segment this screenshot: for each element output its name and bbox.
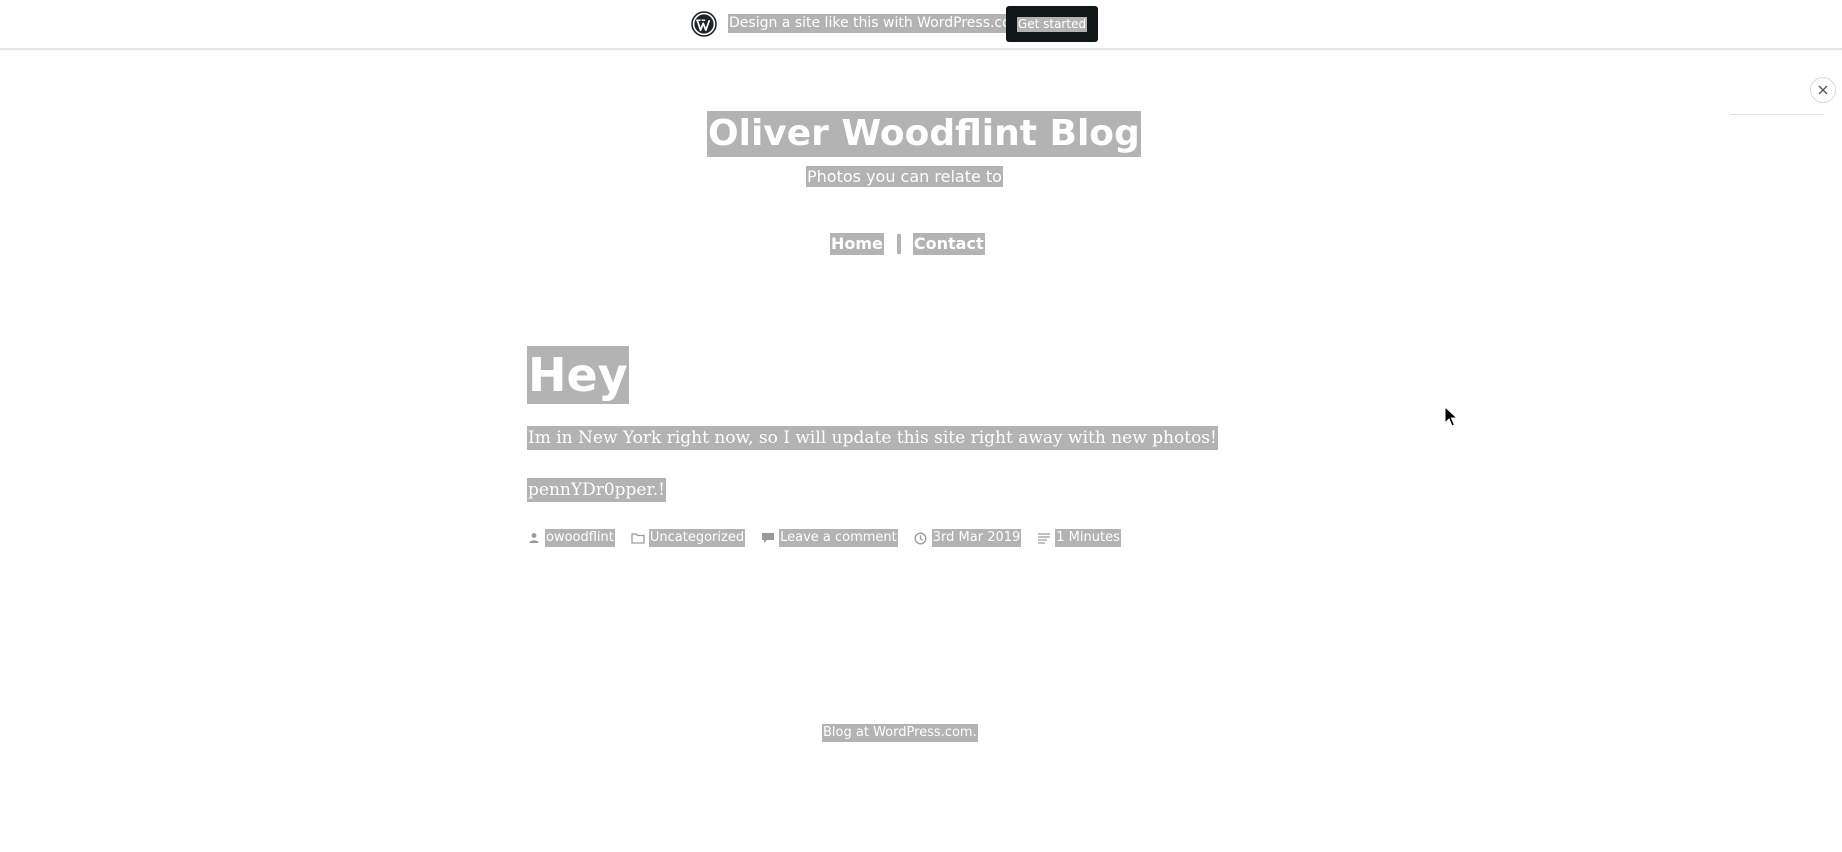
post-comments: Leave a comment [761, 529, 898, 547]
post-meta: owoodflint Uncategorized Leave a comment… [527, 526, 1137, 550]
clock-icon [914, 531, 928, 545]
post-date: 3rd Mar 2019 [914, 529, 1022, 547]
author-link[interactable]: owoodflint [545, 529, 615, 547]
close-icon [1818, 85, 1828, 95]
wordpress-promo-link[interactable]: Design a site like this with WordPress.c… [728, 14, 1026, 33]
wordpress-logo-icon[interactable] [691, 11, 717, 37]
close-button[interactable] [1810, 77, 1836, 103]
site-title[interactable]: Oliver Woodflint Blog [707, 111, 1141, 157]
person-icon [527, 531, 541, 545]
post-title[interactable]: Hey [527, 346, 629, 404]
get-started-button[interactable]: Get started [1006, 6, 1098, 42]
read-time-label: 1 Minutes [1055, 529, 1121, 547]
sidebar-divider [1730, 114, 1824, 115]
post-author: owoodflint [527, 529, 615, 547]
post-paragraph: pennYDr0pper.! [527, 478, 666, 502]
footer-credit-link[interactable]: Blog at WordPress.com. [822, 724, 978, 742]
main-nav: Home Contact [830, 233, 985, 255]
post-read-time: 1 Minutes [1037, 529, 1121, 547]
comment-icon [761, 531, 775, 545]
comments-link[interactable]: Leave a comment [779, 529, 898, 547]
lines-icon [1037, 531, 1051, 545]
wordpress-banner: Design a site like this with WordPress.c… [0, 0, 1842, 50]
mouse-cursor-icon [1444, 406, 1458, 427]
folder-icon [631, 531, 645, 545]
post-category: Uncategorized [631, 529, 746, 547]
post-paragraph: Im in New York right now, so I will upda… [527, 426, 1218, 450]
get-started-label: Get started [1016, 16, 1088, 32]
date-link[interactable]: 3rd Mar 2019 [931, 529, 1022, 547]
category-link[interactable]: Uncategorized [648, 529, 746, 547]
nav-item-contact[interactable]: Contact [912, 233, 985, 255]
site-tagline: Photos you can relate to [806, 166, 1003, 187]
nav-separator [896, 234, 901, 254]
nav-item-home[interactable]: Home [830, 233, 884, 255]
